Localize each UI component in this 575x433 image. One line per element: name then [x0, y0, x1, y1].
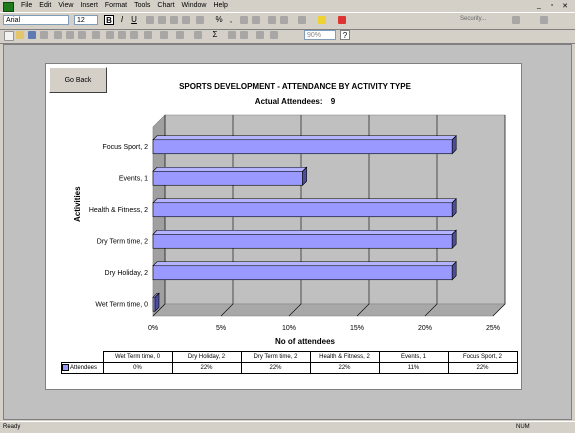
data-table-cell: 22% — [447, 362, 518, 374]
bar-top — [152, 198, 457, 204]
bar-top — [152, 261, 457, 267]
data-table-header: Focus Sport, 2 — [447, 351, 518, 363]
x-tick-label: 20% — [418, 325, 432, 332]
data-table-cell: 22% — [171, 362, 242, 374]
data-table-values-row: Attendees 0% 22% 22% 22% 11% 22% — [61, 362, 518, 374]
y-tick-label: Dry Term time, 2 — [97, 238, 148, 245]
data-table-cell: 22% — [309, 362, 380, 374]
data-table-header: Health & Fitness, 2 — [309, 351, 380, 363]
data-table-cell: 0% — [102, 362, 173, 374]
status-bar: Ready NUM — [0, 421, 575, 433]
bar-top — [152, 229, 457, 235]
bar-top — [152, 135, 457, 141]
y-tick-label: Events, 1 — [119, 175, 148, 182]
data-table-header-row: Wet Term time, 0 Dry Holiday, 2 Dry Term… — [62, 351, 518, 363]
y-tick-label: Dry Holiday, 2 — [105, 270, 149, 277]
x-tick-label: 0% — [148, 325, 158, 332]
data-table-corner — [62, 352, 104, 363]
y-tick-label: Focus Sport, 2 — [102, 144, 148, 151]
data-table-header: Events, 1 — [378, 351, 449, 363]
y-tick-label: Health & Fitness, 2 — [89, 207, 148, 214]
bar — [152, 202, 453, 218]
bar — [152, 170, 303, 186]
plot-floor — [152, 303, 506, 317]
x-tick-label: 25% — [486, 325, 500, 332]
x-tick-label: 5% — [216, 325, 226, 332]
bar — [152, 233, 453, 249]
x-tick-label: 10% — [282, 325, 296, 332]
data-table-cell: 11% — [378, 362, 449, 374]
x-axis-title: No of attendees — [274, 337, 335, 346]
bar — [152, 139, 453, 155]
x-tick-label: 15% — [350, 325, 364, 332]
data-table-header: Dry Holiday, 2 — [171, 351, 242, 363]
data-table-header: Dry Term time, 2 — [240, 351, 311, 363]
status-num: NUM — [516, 424, 530, 430]
legend-key — [62, 364, 69, 372]
status-ready: Ready — [3, 424, 21, 430]
data-table-legend: Attendees — [61, 362, 104, 374]
y-axis-title: Activities — [73, 186, 82, 222]
y-tick-label: Wet Term time, 0 — [95, 301, 148, 308]
data-table: Wet Term time, 0 Dry Holiday, 2 Dry Term… — [61, 351, 518, 374]
data-table-header: Wet Term time, 0 — [102, 351, 173, 363]
series-name: Attendees — [70, 365, 98, 372]
bar-top — [152, 166, 308, 172]
bar — [152, 265, 453, 281]
data-table-cell: 22% — [240, 362, 311, 374]
